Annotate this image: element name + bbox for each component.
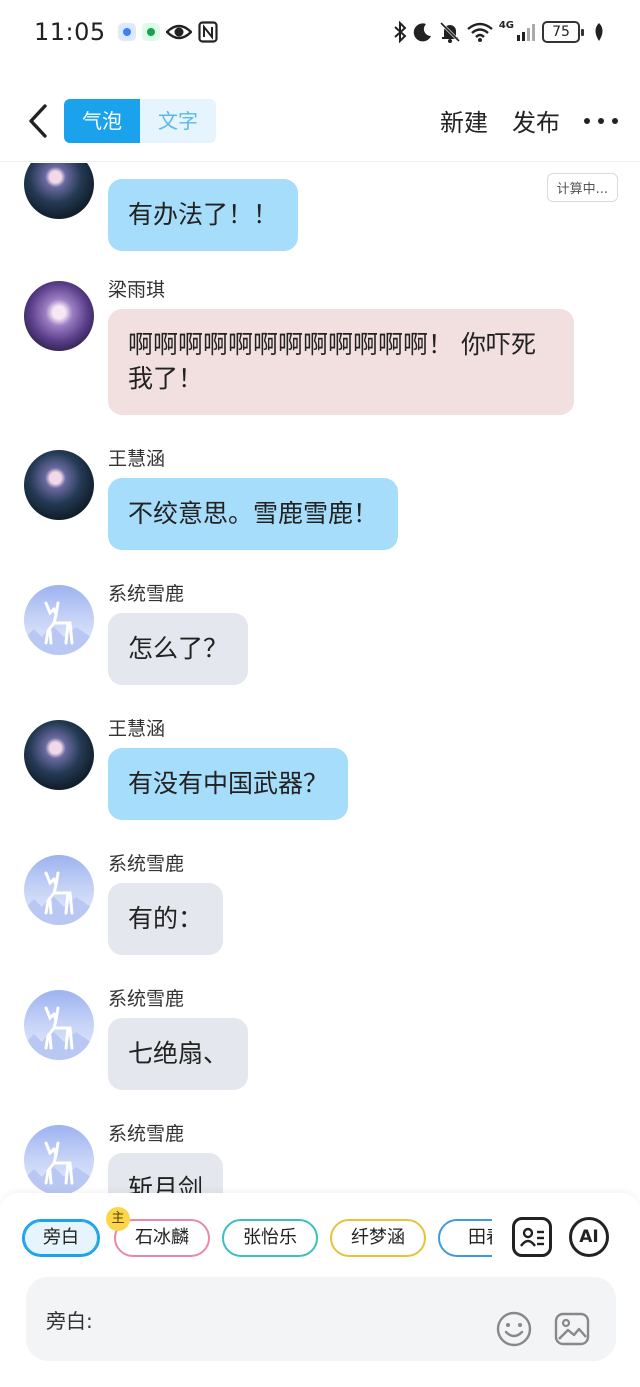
message-bubble[interactable]: 七绝扇、: [108, 1018, 249, 1090]
role-chip[interactable]: 纤梦涵: [330, 1219, 426, 1257]
sender-name: 系统雪鹿: [108, 1123, 185, 1145]
signal-icon: [517, 24, 535, 41]
role-chip-narrator[interactable]: 旁白: [22, 1219, 100, 1257]
mute-bell-icon: [439, 21, 460, 43]
sender-name: 系统雪鹿: [108, 988, 185, 1010]
mode-bubble-tab[interactable]: 气泡: [64, 98, 140, 143]
back-button[interactable]: [18, 101, 58, 141]
message-bubble[interactable]: 有的：: [108, 883, 224, 955]
composer-panel: 旁白 石冰麟 张怡乐 纤梦涵 田春 主 AI 旁白:: [0, 1193, 640, 1387]
network-type: 4G: [498, 19, 514, 31]
role-selector[interactable]: 旁白 石冰麟 张怡乐 纤梦涵 田春: [22, 1219, 492, 1259]
chat-message: 系统雪鹿 有的：: [24, 853, 604, 955]
ai-button[interactable]: AI: [569, 1217, 609, 1257]
message-bubble[interactable]: 不绞意思。雪鹿雪鹿！: [108, 478, 399, 550]
header-actions: 新建 发布: [416, 103, 618, 138]
message-bubble[interactable]: 有没有中国武器？: [108, 748, 349, 820]
battery-icon: 75: [542, 21, 584, 43]
message-bubble[interactable]: 有办法了！！: [108, 179, 299, 251]
input-role-label: 旁白:: [46, 1309, 93, 1333]
wifi-icon: [467, 22, 493, 42]
contact-card-icon: [520, 1227, 544, 1247]
deer-icon: [24, 871, 94, 925]
sender-name: 系统雪鹿: [108, 853, 185, 875]
deer-icon: [24, 1141, 94, 1193]
deer-icon: [24, 1006, 94, 1060]
chat-message: 系统雪鹿 七绝扇、: [24, 988, 604, 1090]
message-bubble[interactable]: 斩月剑: [108, 1153, 224, 1193]
message-bubble[interactable]: 怎么了？: [108, 613, 249, 685]
chat-message: 系统雪鹿 怎么了？: [24, 583, 604, 685]
moon-icon: [413, 23, 431, 42]
message-bubble[interactable]: 啊啊啊啊啊啊啊啊啊啊啊啊！ 你吓死我了！: [108, 309, 574, 415]
editor-header: 气泡 文字 新建 发布: [0, 80, 640, 162]
avatar-liang-yuqi[interactable]: [24, 281, 94, 351]
leaf-icon: [595, 23, 603, 41]
contact-card-button[interactable]: [512, 1217, 552, 1257]
image-icon[interactable]: [554, 1311, 590, 1347]
eye-icon: [165, 24, 192, 40]
sender-name: 王慧涵: [108, 718, 166, 740]
status-left-icons: [117, 21, 218, 43]
avatar-system-deer[interactable]: [24, 855, 94, 925]
app-notification-icon: [141, 23, 160, 41]
deer-icon: [24, 601, 94, 655]
mode-text-tab[interactable]: 文字: [140, 99, 216, 143]
status-time: 11:05: [34, 18, 106, 46]
more-dots-icon[interactable]: [584, 106, 618, 136]
new-button[interactable]: 新建: [440, 103, 488, 138]
avatar-system-deer[interactable]: [24, 585, 94, 655]
avatar-wang-huihan[interactable]: [24, 720, 94, 790]
avatar-system-deer[interactable]: [24, 1125, 94, 1193]
chevron-left-icon: [29, 103, 47, 138]
message-input[interactable]: 旁白:: [26, 1277, 616, 1361]
avatar-system-deer[interactable]: [24, 990, 94, 1060]
bluetooth-icon: [394, 21, 407, 43]
sender-name: 王慧涵: [108, 448, 166, 470]
sender-name: 梁雨琪: [108, 279, 166, 301]
status-right: 4G 75: [393, 19, 606, 43]
mode-toggle: 气泡 文字: [64, 98, 216, 143]
emoji-icon[interactable]: [496, 1311, 532, 1347]
avatar-wang-huihan[interactable]: [24, 163, 94, 219]
sender-name: 系统雪鹿: [108, 583, 185, 605]
publish-button[interactable]: 发布: [512, 103, 560, 138]
role-chip[interactable]: 田春: [438, 1219, 492, 1257]
avatar-wang-huihan[interactable]: [24, 450, 94, 520]
status-bar: 11:05 4G 75: [0, 0, 640, 64]
app-notification-icon: [117, 23, 136, 41]
nfc-icon: [198, 21, 218, 43]
calculating-badge: 计算中...: [546, 173, 618, 202]
role-chip[interactable]: 张怡乐: [222, 1219, 318, 1257]
chat-message: 系统雪鹿 斩月剑: [24, 1123, 604, 1193]
chat-list[interactable]: 计算中... 有办法了！！ 梁雨琪 啊啊啊啊啊啊啊啊啊啊啊啊！ 你吓死我了！ 王…: [0, 163, 640, 1193]
host-badge: 主: [106, 1207, 130, 1231]
